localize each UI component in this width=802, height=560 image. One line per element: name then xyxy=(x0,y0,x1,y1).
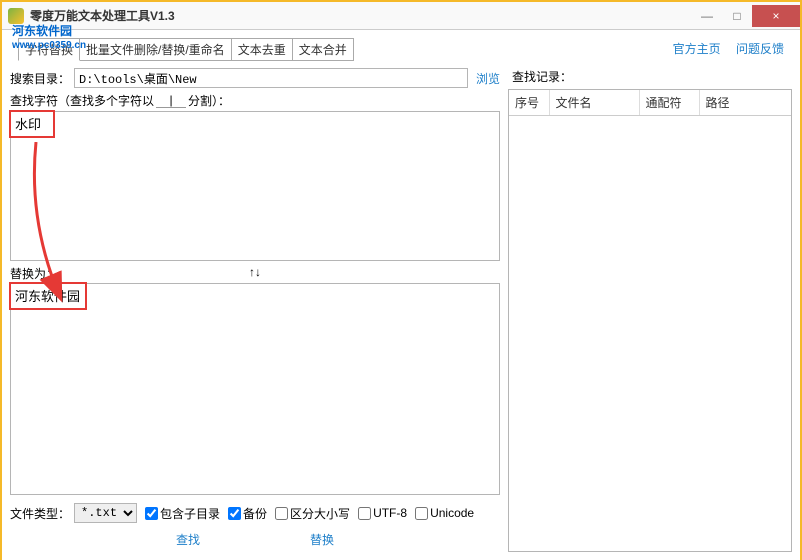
col-filename[interactable]: 文件名 xyxy=(549,90,639,116)
minimize-button[interactable]: — xyxy=(692,5,722,27)
replace-label: 替换为： xyxy=(10,265,58,282)
col-path[interactable]: 路径 xyxy=(699,90,791,116)
backup-checkbox[interactable]: 备份 xyxy=(228,505,267,522)
col-wildcard[interactable]: 通配符 xyxy=(639,90,699,116)
records-table-wrap[interactable]: 序号 文件名 通配符 路径 xyxy=(508,89,792,552)
utf8-checkbox[interactable]: UTF-8 xyxy=(358,506,407,520)
title-bar: 零度万能文本处理工具V1.3 — □ × xyxy=(2,2,800,30)
file-type-select[interactable]: *.txt xyxy=(74,503,137,523)
feedback-link[interactable]: 问题反馈 xyxy=(736,42,784,56)
records-table: 序号 文件名 通配符 路径 xyxy=(509,90,791,116)
swap-icon[interactable]: ↑↓ xyxy=(249,265,261,279)
tab-dedup[interactable]: 文本去重 xyxy=(231,38,293,61)
search-dir-label: 搜索目录： xyxy=(10,70,70,87)
include-subdir-checkbox[interactable]: 包含子目录 xyxy=(145,505,220,522)
tab-bar: 字符替换 批量文件删除/替换/重命名 文本去重 文本合并 xyxy=(18,38,353,61)
app-icon xyxy=(8,8,24,24)
browse-link[interactable]: 浏览 xyxy=(476,70,500,87)
tab-char-replace[interactable]: 字符替换 xyxy=(18,38,80,61)
tab-merge[interactable]: 文本合并 xyxy=(292,38,354,61)
file-type-label: 文件类型： xyxy=(10,505,70,522)
col-index[interactable]: 序号 xyxy=(509,90,549,116)
official-home-link[interactable]: 官方主页 xyxy=(673,42,721,56)
records-label: 查找记录： xyxy=(512,68,792,85)
case-sensitive-checkbox[interactable]: 区分大小写 xyxy=(275,505,350,522)
unicode-checkbox[interactable]: Unicode xyxy=(415,506,474,520)
tab-batch-file[interactable]: 批量文件删除/替换/重命名 xyxy=(79,38,232,61)
find-hint-left: （查找多个字符以 xyxy=(58,92,154,109)
maximize-button[interactable]: □ xyxy=(722,5,752,27)
replace-textarea[interactable] xyxy=(10,283,500,495)
window-title: 零度万能文本处理工具V1.3 xyxy=(30,7,175,24)
search-dir-input[interactable] xyxy=(74,68,468,88)
find-label: 查找字符 xyxy=(10,92,58,109)
find-hint-right: 分割）： xyxy=(188,92,230,109)
separator-input[interactable] xyxy=(156,93,186,108)
close-button[interactable]: × xyxy=(752,5,800,27)
find-textarea[interactable] xyxy=(10,111,500,261)
